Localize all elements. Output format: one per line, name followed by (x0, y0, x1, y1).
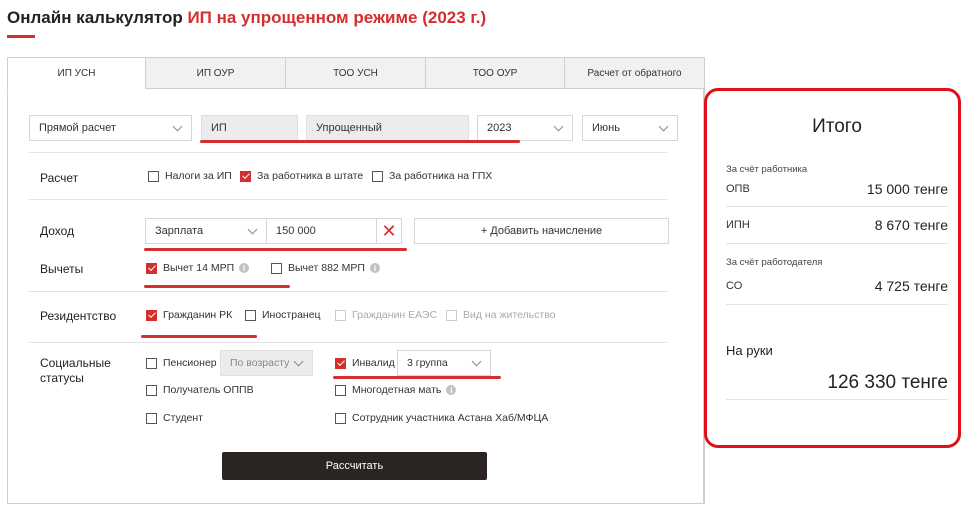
divider (726, 399, 948, 400)
employee-header: За счёт работника (726, 164, 808, 175)
divider (29, 199, 667, 200)
checkbox-residence-permit[interactable]: Вид на жительство (446, 309, 556, 321)
page-title: Онлайн калькулятор ИП на упрощенном режи… (7, 8, 487, 27)
entity-field: ИП (201, 115, 298, 141)
income-type-select[interactable]: Зарплата (145, 218, 267, 244)
highlight-underline (144, 248, 407, 251)
tab-too-usn[interactable]: ТОО УСН (285, 57, 426, 89)
income-amount-input[interactable]: 150 000 (266, 218, 377, 244)
checkbox-box[interactable] (271, 262, 282, 274)
chevron-down-icon (293, 356, 304, 367)
checkbox-box[interactable] (335, 412, 346, 424)
checkbox-oppv-recipient[interactable]: Получатель ОППВ (146, 384, 254, 396)
result-title: Итого (812, 116, 862, 137)
checkbox-box[interactable] (240, 170, 251, 182)
checkbox-eaeu-citizen[interactable]: Гражданин ЕАЭС (335, 309, 437, 321)
checkbox-box[interactable] (335, 384, 346, 396)
remove-income-button[interactable]: ✕ (376, 218, 402, 244)
year-select[interactable]: 2023 (477, 115, 573, 141)
chevron-down-icon (172, 121, 183, 132)
income-label: Доход (40, 224, 75, 238)
checkbox-box[interactable] (146, 309, 157, 321)
highlight-underline (333, 376, 501, 379)
checkbox-deduction-882mrp[interactable]: Вычет 882 МРП i (271, 262, 380, 274)
on-hand-label: На руки (726, 343, 773, 358)
checkbox-astana-hub[interactable]: Сотрудник участника Астана Хаб/МФЦА (335, 412, 548, 424)
checkbox-citizen-rk[interactable]: Гражданин РК (146, 309, 232, 321)
social-status-label: Социальные статусы (40, 356, 111, 385)
highlight-underline (200, 140, 520, 143)
employer-header: За счёт работодателя (726, 257, 823, 268)
checkbox-box[interactable] (446, 309, 457, 321)
result-row-opv: ОПВ 15 000 тенге (726, 181, 948, 197)
checkbox-gph-employee[interactable]: За работника на ГПХ (372, 170, 492, 182)
calc-mode-select[interactable]: Прямой расчет (29, 115, 192, 141)
chevron-down-icon (658, 121, 669, 132)
divider (726, 206, 948, 207)
checkbox-box[interactable] (148, 170, 159, 182)
highlight-underline (141, 335, 257, 338)
tab-bar: ИП УСН ИП ОУР ТОО УСН ТОО ОУР Расчет от … (7, 57, 705, 89)
checkbox-large-family-mother[interactable]: Многодетная мать i (335, 384, 457, 396)
divider (726, 243, 948, 244)
checkbox-foreigner[interactable]: Иностранец (245, 309, 321, 321)
result-row-so: СО 4 725 тенге (726, 278, 948, 294)
checkbox-box[interactable] (335, 309, 346, 321)
checkbox-pensioner[interactable]: Пенсионер (146, 357, 217, 369)
calculate-button[interactable]: Рассчитать (222, 452, 487, 480)
pension-type-select[interactable]: По возрасту (220, 350, 313, 376)
chevron-down-icon (471, 356, 482, 367)
tab-ip-usn[interactable]: ИП УСН (7, 57, 146, 89)
regime-field: Упрощенный (306, 115, 469, 141)
on-hand-value: 126 330 тенге (827, 372, 948, 393)
disability-group-select[interactable]: 3 группа (397, 350, 491, 376)
checkbox-staff-employee[interactable]: За работника в штате (240, 170, 363, 182)
calc-label: Расчет (40, 171, 79, 185)
checkbox-taxes-ip[interactable]: Налоги за ИП (148, 170, 232, 182)
checkbox-disabled-person[interactable]: Инвалид (335, 357, 395, 369)
deductions-label: Вычеты (40, 262, 84, 276)
checkbox-deduction-14mrp[interactable]: Вычет 14 МРП i (146, 262, 250, 274)
tab-too-our[interactable]: ТОО ОУР (425, 57, 565, 89)
result-panel (704, 88, 961, 448)
highlight-underline (144, 285, 290, 288)
divider (29, 291, 667, 292)
checkbox-box[interactable] (146, 357, 157, 369)
checkbox-box[interactable] (146, 384, 157, 396)
divider (726, 304, 948, 305)
checkbox-box[interactable] (146, 262, 157, 274)
chevron-down-icon (247, 224, 258, 235)
tab-reverse-calc[interactable]: Расчет от обратного (564, 57, 705, 89)
month-select[interactable]: Июнь (582, 115, 678, 141)
residency-label: Резидентство (40, 309, 117, 323)
close-icon: ✕ (381, 220, 397, 241)
add-income-button[interactable]: + Добавить начисление (414, 218, 669, 244)
title-underline (7, 35, 35, 38)
checkbox-box[interactable] (146, 412, 157, 424)
divider (29, 152, 667, 153)
info-icon[interactable]: i (369, 263, 380, 273)
info-icon[interactable]: i (446, 385, 457, 395)
checkbox-student[interactable]: Студент (146, 412, 203, 424)
checkbox-box[interactable] (335, 357, 346, 369)
checkbox-box[interactable] (372, 170, 383, 182)
info-icon[interactable]: i (239, 263, 250, 273)
checkbox-box[interactable] (245, 309, 256, 321)
tab-ip-our[interactable]: ИП ОУР (145, 57, 286, 89)
divider (29, 342, 667, 343)
result-row-ipn: ИПН 8 670 тенге (726, 217, 948, 233)
chevron-down-icon (553, 121, 564, 132)
